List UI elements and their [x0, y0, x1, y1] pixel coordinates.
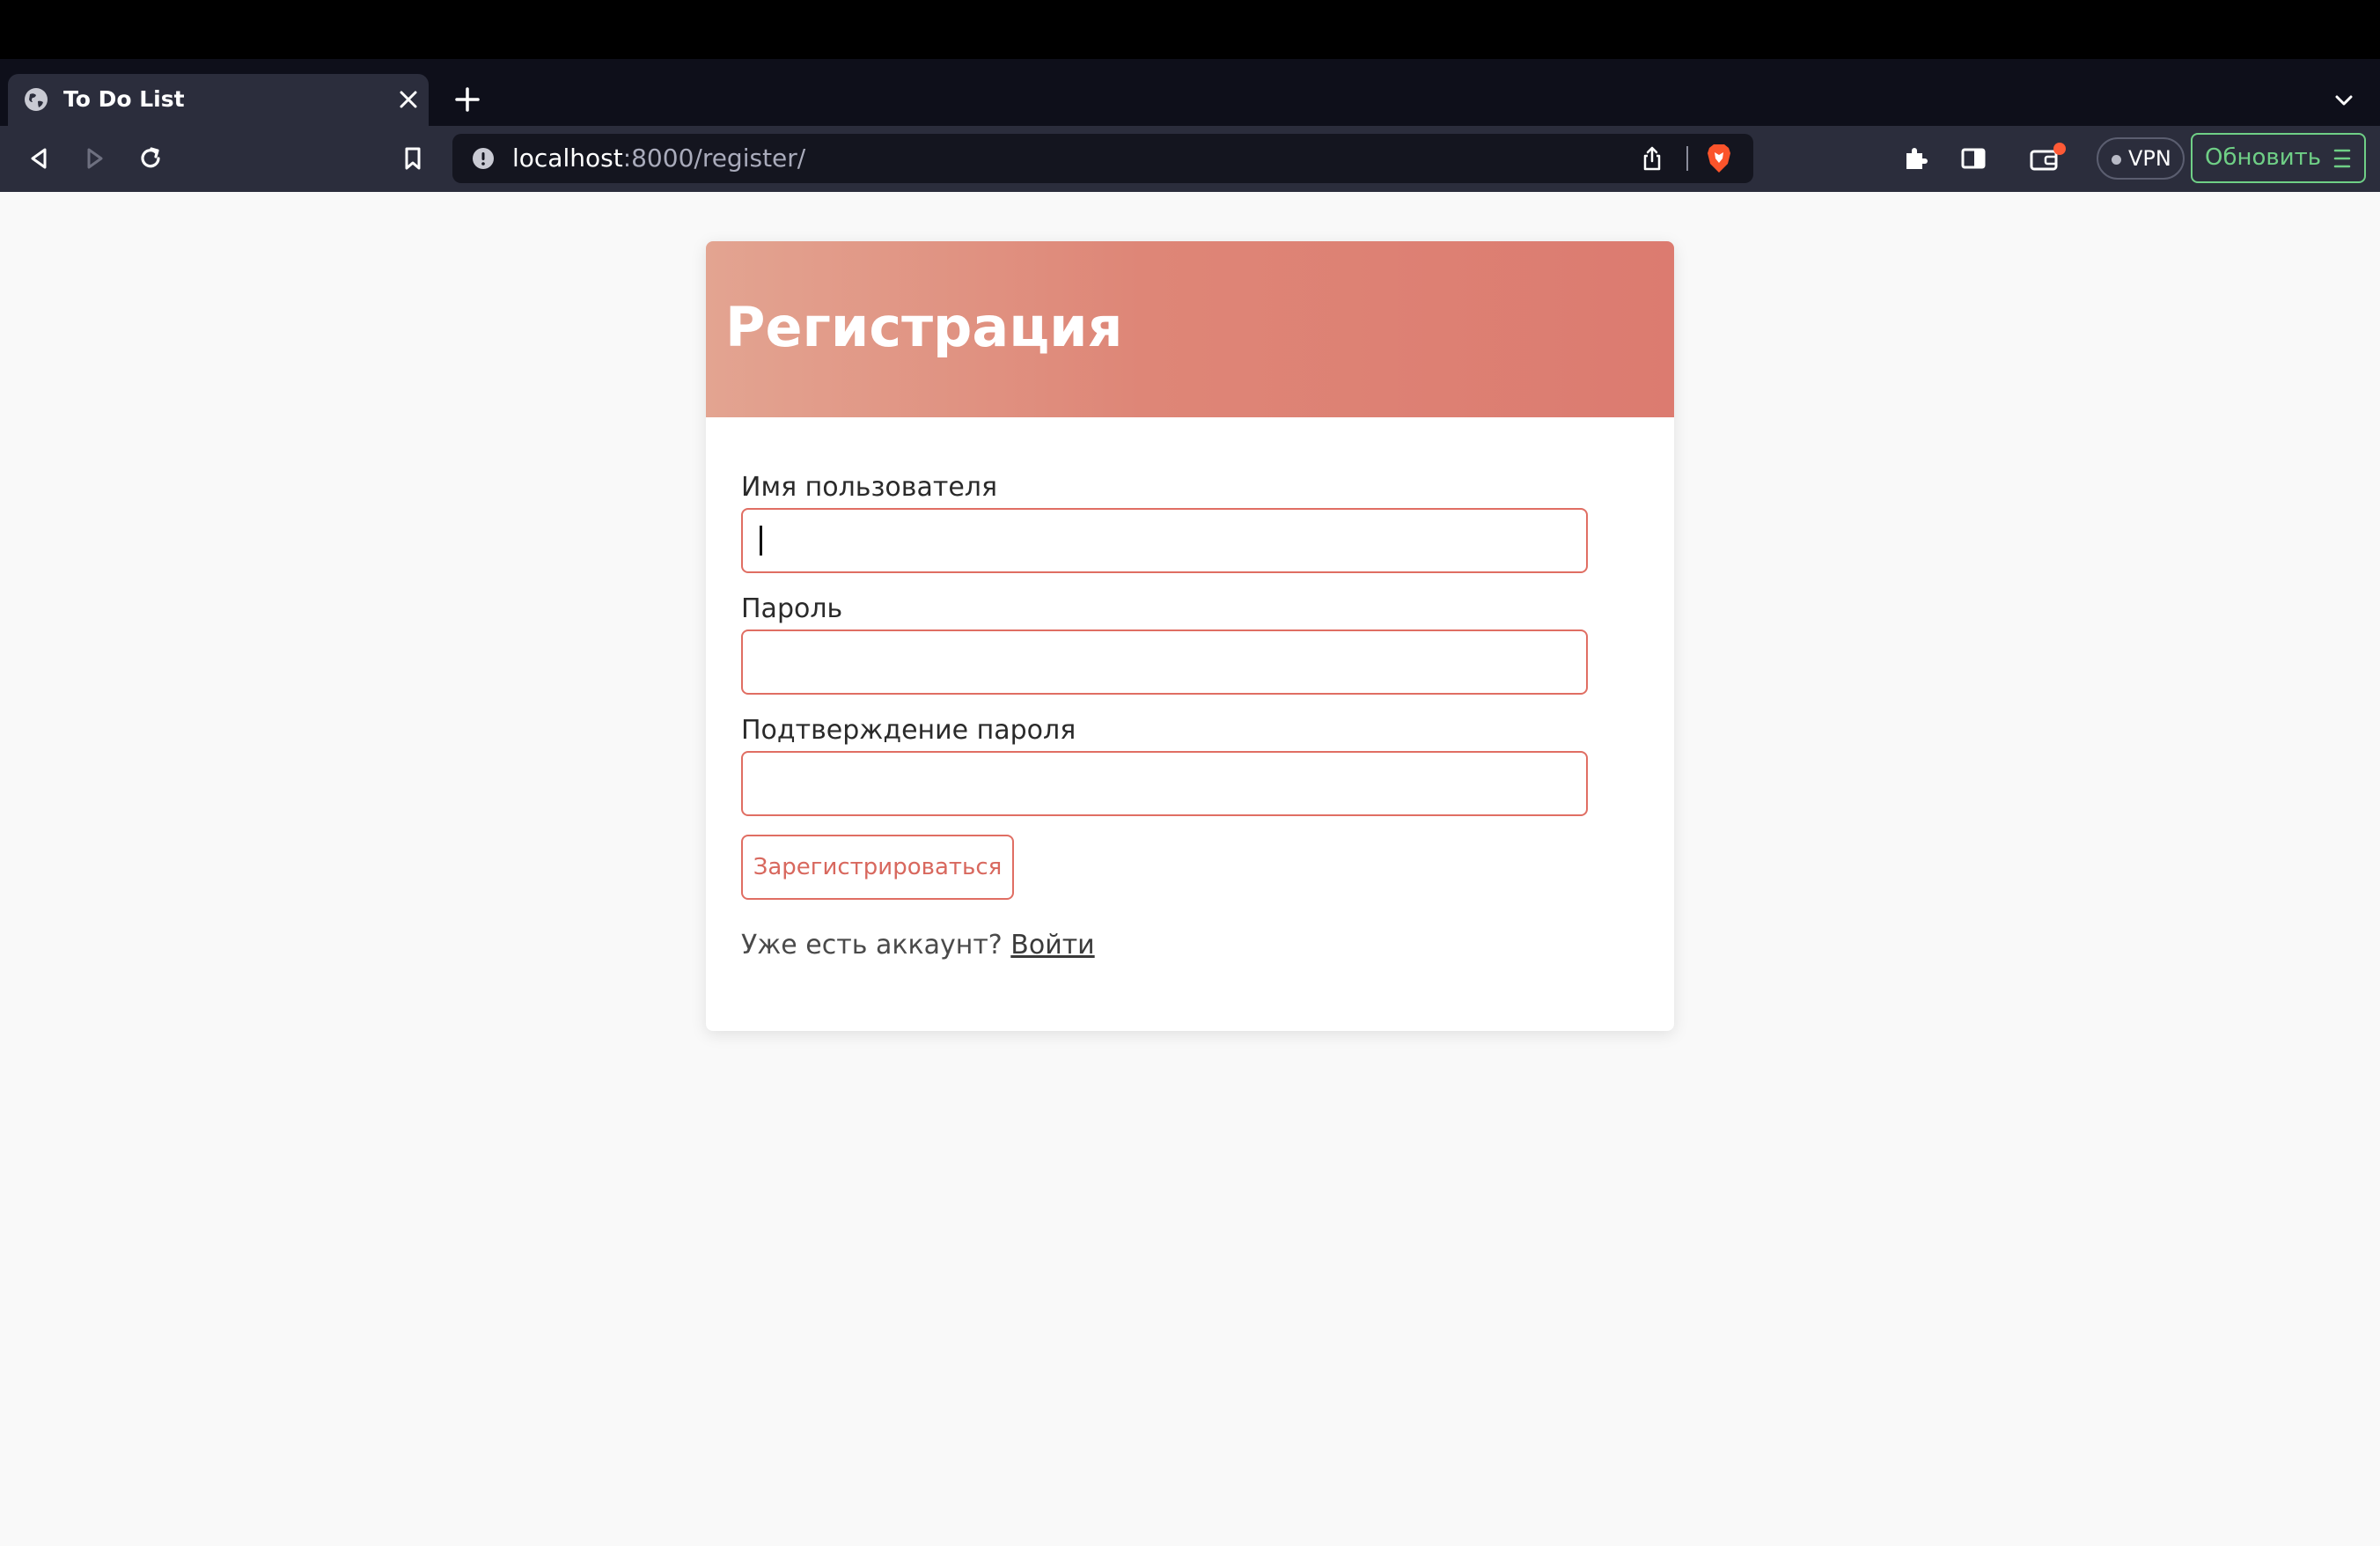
- tab-strip: To Do List: [0, 59, 2380, 126]
- tab-title: To Do List: [63, 86, 185, 112]
- status-dot: [2112, 155, 2121, 165]
- menu-icon: [2333, 149, 2351, 168]
- globe-icon: [25, 88, 48, 111]
- login-prompt: Уже есть аккаунт?: [741, 930, 1003, 961]
- register-card: Регистрация Имя пользователя Пароль Подт…: [706, 241, 1674, 1031]
- bookmark-icon[interactable]: [397, 143, 429, 174]
- username-label: Имя пользователя: [741, 472, 998, 503]
- reload-icon[interactable]: [135, 143, 166, 174]
- screen-top-bar: [0, 0, 2380, 59]
- page-title: Регистрация: [725, 295, 1123, 359]
- chevron-down-icon[interactable]: [2332, 89, 2355, 112]
- plus-icon[interactable]: [453, 85, 481, 114]
- extensions-icon[interactable]: [1899, 143, 1931, 174]
- browser-toolbar: localhost:8000/register/ VPN Обновить: [0, 126, 2380, 192]
- wallet-icon[interactable]: [2028, 143, 2072, 174]
- address-divider: [1686, 146, 1688, 171]
- info-icon[interactable]: [472, 147, 495, 170]
- confirm-password-label: Подтверждение пароля: [741, 715, 1076, 746]
- text-cursor: [760, 526, 762, 556]
- username-input[interactable]: [741, 508, 1588, 573]
- update-button[interactable]: Обновить: [2191, 133, 2366, 183]
- address-text[interactable]: localhost:8000/register/: [512, 144, 805, 173]
- update-label: Обновить: [2205, 144, 2322, 171]
- forward-icon[interactable]: [78, 143, 110, 174]
- vpn-label: VPN: [2128, 146, 2171, 171]
- sidebar-icon[interactable]: [1958, 143, 1989, 174]
- address-path: :8000/register/: [622, 144, 806, 173]
- vpn-button[interactable]: VPN: [2097, 137, 2185, 180]
- close-icon[interactable]: [397, 88, 420, 111]
- register-button[interactable]: Зарегистрироваться: [741, 835, 1014, 900]
- login-link[interactable]: Войти: [1010, 930, 1094, 961]
- back-icon[interactable]: [24, 143, 55, 174]
- share-icon[interactable]: [1639, 145, 1665, 172]
- address-host: localhost: [512, 144, 623, 173]
- password-label: Пароль: [741, 593, 843, 624]
- confirm-password-input[interactable]: [741, 751, 1588, 816]
- password-input[interactable]: [741, 629, 1588, 695]
- browser-tab[interactable]: To Do List: [8, 74, 429, 126]
- brave-shield-icon[interactable]: [1704, 143, 1734, 174]
- card-header: Регистрация: [706, 241, 1674, 417]
- address-bar[interactable]: localhost:8000/register/: [452, 134, 1753, 183]
- login-prompt-line: Уже есть аккаунт? Войти: [741, 928, 1095, 963]
